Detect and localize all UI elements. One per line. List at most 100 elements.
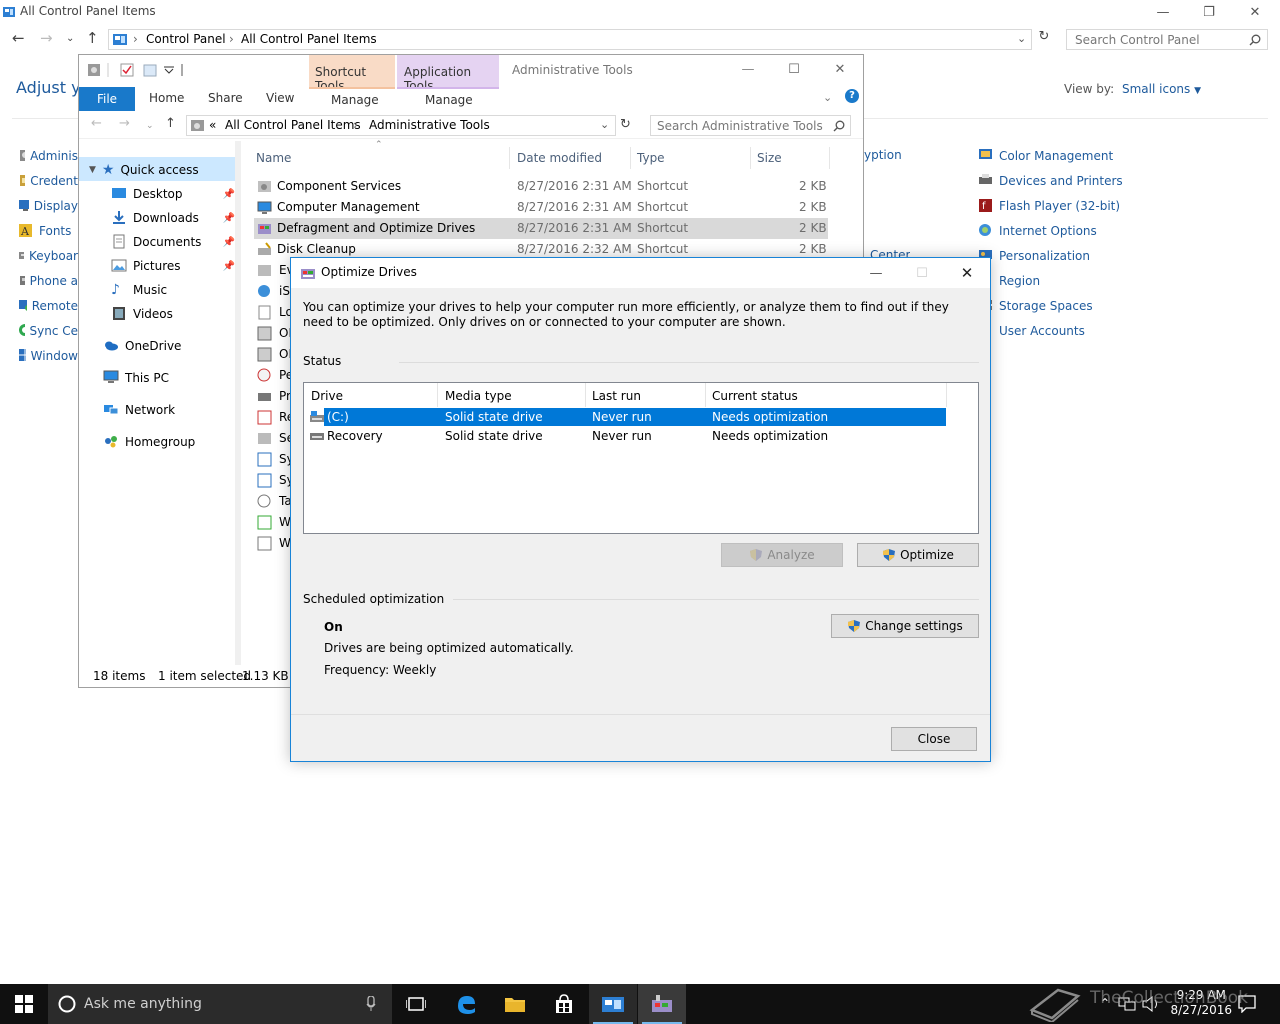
drive-list[interactable]: Drive Media type Last run Current status… [303,382,979,534]
column-header-date[interactable]: Date modified [517,151,602,165]
taskbar-control-panel[interactable] [589,984,637,1024]
ribbon-expand-icon[interactable]: ⌄ [823,91,832,104]
file-tab[interactable]: File [79,87,135,111]
cp-item-credential-manager[interactable]: Credent [18,173,78,189]
close-button[interactable]: Close [891,727,977,751]
dialog-close-button[interactable]: ✕ [944,260,990,286]
analyze-button[interactable]: Analyze [721,543,843,567]
column-separator[interactable] [509,147,510,169]
column-separator[interactable] [705,383,706,407]
search-control-panel-input[interactable]: Search Control Panel [1066,29,1268,50]
column-header-name[interactable]: Name [256,151,291,165]
refresh-button[interactable]: ↻ [1034,29,1054,50]
cp-item-flash-player[interactable]: f Flash Player (32-bit) [978,198,1120,214]
address-dropdown-icon[interactable]: ⌄ [600,118,609,131]
column-header-media-type[interactable]: Media type [445,389,512,403]
start-button[interactable] [0,984,48,1024]
nav-item-documents[interactable]: Documents 📌 [111,234,235,250]
share-tab[interactable]: Share [208,91,243,105]
cp-item-display[interactable]: Display [18,198,78,214]
nav-item-videos[interactable]: Videos [111,306,173,322]
column-header-current-status[interactable]: Current status [712,389,798,403]
drive-row[interactable]: Recovery Solid state drive Never run Nee… [324,427,946,445]
recent-dropdown-icon[interactable]: ⌄ [66,33,74,44]
taskbar-optimize-drives[interactable] [638,984,686,1024]
task-view-button[interactable] [392,984,440,1024]
file-row[interactable]: Component Services 8/27/2016 2:31 AM Sho… [254,176,828,197]
nav-pane-splitter[interactable] [235,141,241,665]
up-arrow-icon[interactable]: ↑ [165,116,176,131]
nav-item-this-pc[interactable]: This PC [103,370,169,386]
view-by-dropdown[interactable]: Small icons ▼ [1122,82,1201,96]
shortcut-tools-context-tab[interactable]: Shortcut Tools [309,55,395,93]
explorer-address-bar[interactable]: « All Control Panel Items › Administrati… [186,115,616,136]
forward-arrow-icon[interactable]: → [40,29,53,47]
file-row-selected[interactable]: Defragment and Optimize Drives 8/27/2016… [254,218,828,239]
breadcrumb-administrative-tools[interactable]: Administrative Tools [369,118,490,132]
breadcrumb-all-items[interactable]: All Control Panel Items [241,32,377,46]
explorer-close-button[interactable]: ✕ [817,57,863,81]
taskbar-file-explorer[interactable] [491,984,539,1024]
cp-item-keyboard[interactable]: Keyboar [18,248,78,264]
dialog-minimize-button[interactable]: — [853,260,899,286]
pin-icon[interactable]: 📌 [223,213,235,224]
view-tab[interactable]: View [266,91,294,105]
application-tools-context-tab[interactable]: Application Tools [397,55,499,93]
cp-item-user-accounts[interactable]: User Accounts [978,323,1085,339]
pin-icon[interactable]: 📌 [223,237,235,248]
cp-item-fragment[interactable]: yption [864,148,902,162]
column-header-size[interactable]: Size [757,151,782,165]
column-separator[interactable] [437,383,438,407]
up-arrow-icon[interactable]: ↑ [86,29,99,47]
breadcrumb-overflow[interactable]: « [209,118,216,132]
address-bar[interactable]: › Control Panel › All Control Panel Item… [108,29,1032,50]
column-header-type[interactable]: Type [637,151,665,165]
cp-item-storage-spaces[interactable]: Storage Spaces [978,298,1093,314]
cp-item-color-management[interactable]: Color Management [978,148,1113,164]
taskbar-edge[interactable] [442,984,490,1024]
home-tab[interactable]: Home [149,91,184,105]
nav-item-quick-access[interactable]: ▼ ★ Quick access [89,162,199,178]
optimize-button[interactable]: Optimize [857,543,979,567]
explorer-maximize-button[interactable]: ☐ [771,57,817,81]
address-dropdown-icon[interactable]: ⌄ [1017,32,1026,45]
cp-item-devices-and-printers[interactable]: Devices and Printers [978,173,1123,189]
nav-item-pictures[interactable]: Pictures 📌 [111,258,235,274]
nav-item-onedrive[interactable]: OneDrive [103,338,181,354]
column-separator[interactable] [630,147,631,169]
nav-item-desktop[interactable]: Desktop 📌 [111,186,235,202]
pin-icon[interactable]: 📌 [223,189,235,200]
back-arrow-icon[interactable]: ← [12,29,25,47]
microphone-icon[interactable] [366,996,376,1012]
nav-item-homegroup[interactable]: Homegroup [103,434,195,450]
column-separator[interactable] [585,383,586,407]
cp-item-remoteapp[interactable]: Remote [18,298,78,314]
back-arrow-icon[interactable]: ← [91,116,102,131]
cp-item-personalization[interactable]: Personalization [978,248,1090,264]
nav-item-downloads[interactable]: Downloads 📌 [111,210,235,226]
minimize-button[interactable]: — [1140,0,1186,24]
column-separator[interactable] [829,147,830,169]
recent-dropdown-icon[interactable]: ⌄ [146,121,154,131]
dialog-maximize-button[interactable]: ☐ [899,260,945,286]
nav-item-music[interactable]: ♪ Music [111,282,167,298]
column-separator[interactable] [946,383,947,407]
taskbar-store[interactable] [540,984,588,1024]
cp-item-phone-and-modem[interactable]: Phone a [18,273,78,289]
nav-item-network[interactable]: Network [103,402,175,418]
column-header-last-run[interactable]: Last run [592,389,641,403]
cortana-search-box[interactable]: Ask me anything [48,984,392,1024]
cp-item-windows-firewall[interactable]: Window [18,348,78,364]
file-row[interactable]: Computer Management 8/27/2016 2:31 AM Sh… [254,197,828,218]
breadcrumb-control-panel[interactable]: Control Panel [146,32,226,46]
search-administrative-tools-input[interactable]: Search Administrative Tools [650,115,851,136]
cp-item-internet-options[interactable]: Internet Options [978,223,1097,239]
restore-button[interactable]: ❐ [1186,0,1232,24]
column-header-drive[interactable]: Drive [311,389,343,403]
breadcrumb-all-items[interactable]: All Control Panel Items [225,118,361,132]
cp-item-administrative-tools[interactable]: Adminis [18,148,78,164]
refresh-icon[interactable]: ↻ [620,117,631,132]
shortcut-manage-tab[interactable]: Manage [309,87,395,111]
column-separator[interactable] [750,147,751,169]
application-manage-tab[interactable]: Manage [397,87,499,111]
